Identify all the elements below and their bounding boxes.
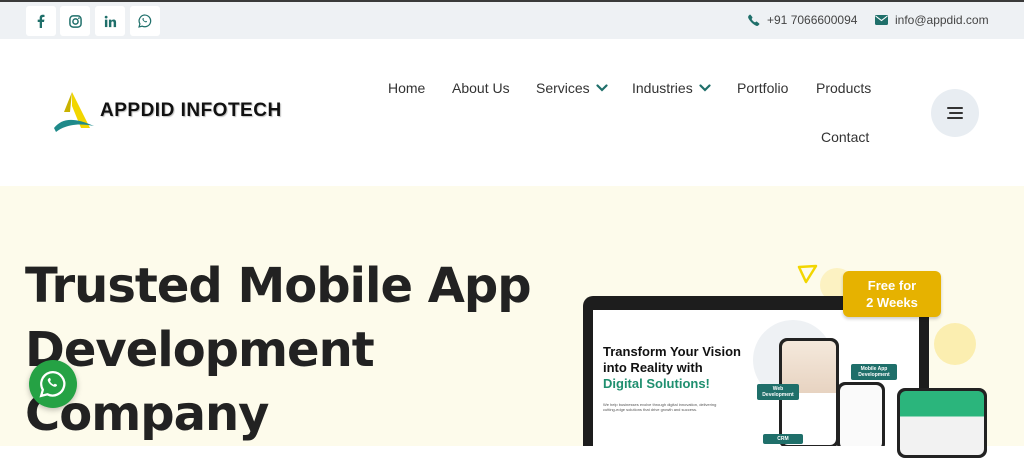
phone-screen [840, 385, 882, 446]
hero-title-line-2: Development [25, 322, 375, 378]
menu-line [947, 107, 963, 109]
decor-triangle [797, 264, 818, 284]
chevron-down-icon [596, 84, 608, 92]
badge-line-1: Free for [867, 278, 917, 293]
mockup-headline-accent: Digital Solutions! [603, 376, 710, 391]
mockup-headline-2: into Reality with [603, 360, 703, 375]
laptop-screen: Transform Your Vision into Reality with … [593, 310, 919, 446]
whatsapp-icon[interactable] [130, 6, 160, 36]
hamburger-menu-button[interactable] [931, 89, 979, 137]
menu-line [947, 117, 963, 119]
nav-products[interactable]: Products [816, 80, 871, 96]
tag-mobile-app-development: Mobile App Development [851, 364, 897, 380]
email-address: info@appdid.com [895, 13, 989, 27]
menu-line [949, 112, 963, 114]
nav-about-label: About Us [452, 80, 510, 96]
email-contact[interactable]: info@appdid.com [875, 13, 989, 27]
laptop-mockup: Transform Your Vision into Reality with … [583, 296, 929, 446]
nav-portfolio[interactable]: Portfolio [737, 80, 788, 96]
envelope-icon [875, 15, 888, 25]
nav-services-label: Services [536, 80, 590, 96]
whatsapp-chat-button[interactable] [29, 360, 77, 408]
mockup-headline: Transform Your Vision into Reality with … [603, 344, 773, 392]
badge-line-2: 2 Weeks [866, 295, 918, 310]
free-trial-badge[interactable]: Free for 2 Weeks [843, 271, 941, 317]
facebook-icon[interactable] [26, 6, 56, 36]
instagram-icon[interactable] [60, 6, 90, 36]
nav-industries[interactable]: Industries [632, 80, 711, 96]
nav-home-label: Home [388, 80, 426, 96]
tag-crm: CRM [763, 434, 803, 444]
brand-name[interactable]: APPDID INFOTECH [100, 100, 282, 122]
tag-web-development: Web Development [757, 384, 799, 400]
mockup-headline-1: Transform Your Vision [603, 344, 741, 359]
nav-portfolio-label: Portfolio [737, 80, 789, 96]
whatsapp-icon [39, 370, 66, 398]
appdid-logo-icon[interactable] [50, 88, 96, 134]
top-bar: +91 7066600094 info@appdid.com [0, 2, 1024, 39]
mockup-subtext: We help businesses evolve through digita… [603, 402, 717, 412]
phone-screen [900, 391, 984, 455]
nav-services[interactable]: Services [536, 80, 608, 96]
phone-contact[interactable]: +91 7066600094 [748, 13, 857, 27]
phone-mockup-large [897, 388, 987, 458]
phone-number: +91 7066600094 [767, 13, 858, 27]
chevron-down-icon [699, 84, 711, 92]
phone-icon [748, 14, 760, 26]
hero-title-line-3: Company [25, 386, 269, 442]
nav-about[interactable]: About Us [452, 80, 510, 96]
nav-products-label: Products [816, 80, 872, 96]
hero-title-line-1: Trusted Mobile App [25, 258, 532, 314]
hero-title: Trusted Mobile App Development Company [25, 254, 545, 446]
nav-industries-label: Industries [632, 80, 693, 96]
nav-contact-label: Contact [821, 129, 870, 145]
decor-circle [934, 323, 976, 365]
phone-mockup [837, 382, 885, 446]
nav-home[interactable]: Home [388, 80, 425, 96]
nav-contact[interactable]: Contact [821, 129, 869, 145]
linkedin-icon[interactable] [95, 6, 125, 36]
